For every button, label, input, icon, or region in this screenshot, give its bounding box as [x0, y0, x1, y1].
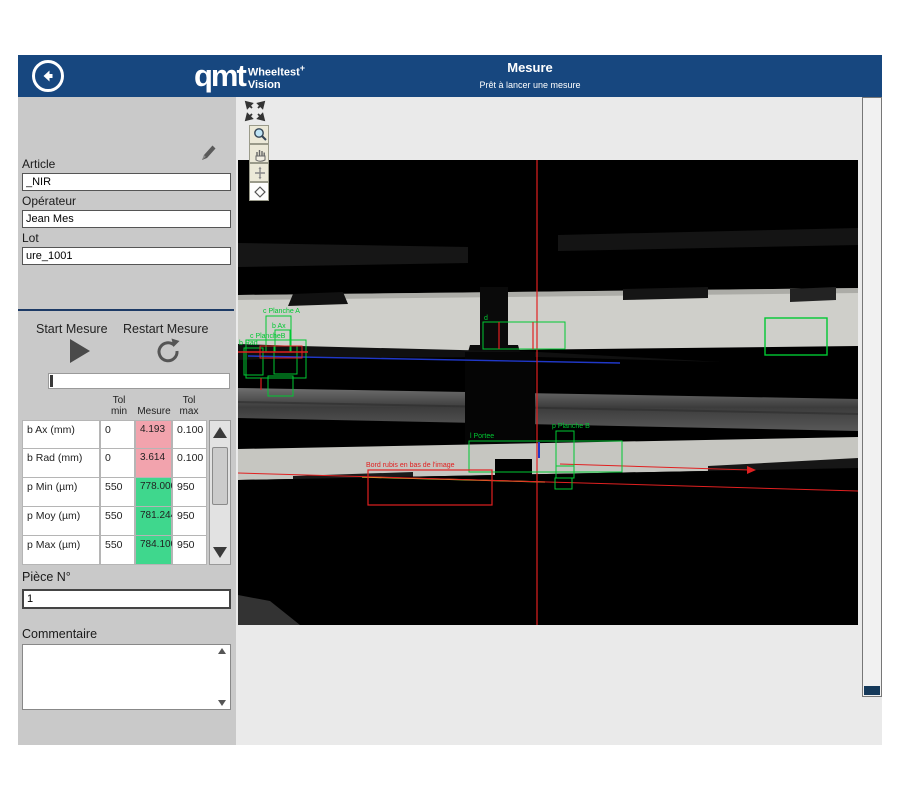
restart-mesure-button[interactable] [154, 337, 182, 365]
row-name: p Moy (µm) [22, 507, 100, 536]
zoom-icon [251, 126, 269, 144]
progress-bar [48, 373, 230, 389]
scrollbar-thumb[interactable] [212, 447, 228, 505]
commentaire-label: Commentaire [22, 627, 97, 641]
lot-label: Lot [22, 231, 39, 245]
viewer-scrollbar-thumb[interactable] [864, 686, 880, 695]
row-tol-min: 550 [100, 478, 135, 507]
col-header-tolmin-1: Tol [104, 395, 134, 406]
row-tol-min: 550 [100, 536, 135, 565]
row-tol-min: 550 [100, 507, 135, 536]
app-logo: qmt Wheeltest+ Vision [194, 59, 305, 92]
annotation-label-b-rad: b Rad [239, 340, 258, 347]
commentaire-textarea[interactable] [22, 644, 231, 710]
table-row[interactable]: p Moy (µm) 550 781.244 950 [22, 507, 207, 536]
row-tol-max: 950 [172, 478, 207, 507]
col-header-mesure: Mesure [136, 406, 172, 417]
annotation-label-bord-rubis: Bord rubis en bas de l'image [366, 462, 455, 469]
comment-scroll-down-icon[interactable] [218, 700, 226, 706]
logo-plus: + [300, 63, 305, 73]
pan-tool-button[interactable] [249, 144, 269, 163]
scroll-up-icon[interactable] [213, 427, 227, 438]
table-row[interactable]: b Ax (mm) 0 4.193 0.100 [22, 420, 207, 449]
row-mesure: 781.244 [135, 507, 172, 536]
operateur-input[interactable] [22, 210, 231, 228]
status-text: Prêt à lancer une mesure [430, 78, 630, 92]
measurement-table: b Ax (mm) 0 4.193 0.100 b Rad (mm) 0 3.6… [22, 420, 207, 565]
annotation-label-b-ax: b Ax [272, 323, 286, 330]
viewer-scrollbar[interactable] [862, 97, 882, 697]
table-row[interactable]: p Max (µm) 550 784.100 950 [22, 536, 207, 565]
table-scrollbar[interactable] [209, 420, 231, 565]
row-name: p Min (µm) [22, 478, 100, 507]
section-divider [18, 309, 234, 311]
annotation-label-planche-b: p Planche B [552, 423, 590, 430]
col-header-tolmax-2: max [174, 406, 204, 417]
row-name: p Max (µm) [22, 536, 100, 565]
expand-icon[interactable] [244, 100, 266, 122]
col-header-tolmax-1: Tol [174, 395, 204, 406]
camera-image[interactable]: c Planche A b Ax c PlancheB b Rad d l Po… [238, 97, 858, 625]
restart-mesure-label: Restart Mesure [123, 322, 208, 336]
app-frame: qmt Wheeltest+ Vision Mesure Prêt à lanc… [18, 55, 882, 745]
back-arrow-icon [39, 67, 57, 85]
sidebar: Article Opérateur Lot Start Mesure Resta… [18, 97, 236, 745]
table-row[interactable]: p Min (µm) 550 778.000 950 [22, 478, 207, 507]
row-tol-max: 950 [172, 507, 207, 536]
row-mesure: 4.193 [135, 420, 172, 449]
comment-scroll-up-icon[interactable] [218, 648, 226, 654]
logo-vision: Vision [248, 79, 305, 91]
move-tool-button[interactable] [249, 163, 269, 182]
start-mesure-button[interactable] [70, 339, 90, 363]
header-bar: qmt Wheeltest+ Vision Mesure Prêt à lanc… [18, 55, 882, 97]
annotation-label-planche-a: c Planche A [263, 308, 300, 315]
back-button[interactable] [32, 60, 64, 92]
row-name: b Ax (mm) [22, 420, 100, 449]
diamond-icon [251, 183, 269, 201]
row-mesure: 3.614 [135, 449, 172, 478]
piece-label: Pièce N° [22, 570, 71, 584]
operateur-label: Opérateur [22, 194, 76, 208]
scroll-down-icon[interactable] [213, 547, 227, 558]
edit-pencil-icon[interactable] [197, 143, 217, 163]
col-header-tolmin-2: min [104, 406, 134, 417]
row-tol-max: 950 [172, 536, 207, 565]
lot-input[interactable] [22, 247, 231, 265]
camera-view-panel: c Planche A b Ax c PlancheB b Rad d l Po… [236, 97, 882, 745]
row-tol-max: 0.100 [172, 449, 207, 478]
table-row[interactable]: b Rad (mm) 0 3.614 0.100 [22, 449, 207, 478]
row-mesure: 778.000 [135, 478, 172, 507]
article-input[interactable] [22, 173, 231, 191]
zoom-tool-button[interactable] [249, 125, 269, 144]
logo-qmt: qmt [194, 59, 245, 92]
annotation-label-portee: l Portee [470, 433, 494, 440]
row-tol-min: 0 [100, 449, 135, 478]
page-title: Mesure [430, 58, 630, 78]
move-icon [251, 164, 269, 182]
row-name: b Rad (mm) [22, 449, 100, 478]
start-mesure-label: Start Mesure [36, 322, 108, 336]
row-tol-max: 0.100 [172, 420, 207, 449]
logo-wheeltest: Wheeltest [248, 67, 300, 79]
progress-fill [50, 375, 53, 387]
row-mesure: 784.100 [135, 536, 172, 565]
row-tol-min: 0 [100, 420, 135, 449]
annotation-label-d: d [484, 315, 488, 322]
piece-input[interactable] [22, 589, 231, 609]
application-window: qmt Wheeltest+ Vision Mesure Prêt à lanc… [0, 0, 900, 800]
pan-hand-icon [251, 145, 269, 163]
article-label: Article [22, 157, 55, 171]
annotation-label-planche-b-left: c PlancheB [250, 333, 286, 340]
shape-tool-button[interactable] [249, 182, 269, 201]
